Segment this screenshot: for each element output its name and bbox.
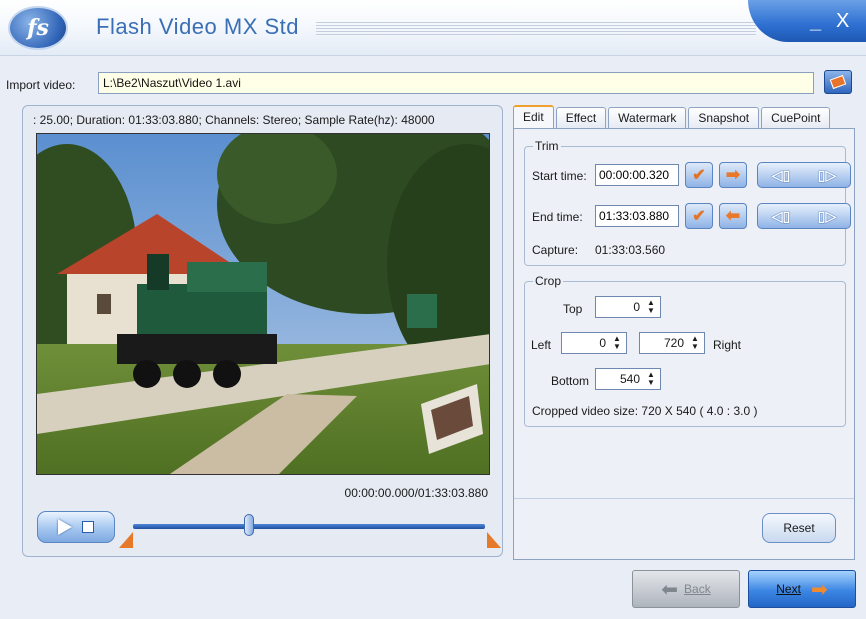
start-time-field[interactable] xyxy=(595,164,679,186)
tab-cuepoint[interactable]: CuePoint xyxy=(761,107,831,129)
trim-group-title: Trim xyxy=(533,139,561,153)
next-label: Next xyxy=(776,582,801,596)
timeline-thumb[interactable] xyxy=(244,514,255,536)
crop-right-value: 720 xyxy=(663,336,684,350)
step-forward-icon: ▯▷ xyxy=(817,166,837,183)
tab-edit[interactable]: Edit xyxy=(513,105,554,129)
title-bar: fs Flash Video MX Std _ X xyxy=(0,0,866,56)
crop-top-spinner[interactable]: 0 ▲ ▼ xyxy=(595,296,661,318)
import-video-label: Import video: xyxy=(6,78,76,92)
tab-snapshot[interactable]: Snapshot xyxy=(688,107,760,129)
end-time-label: End time: xyxy=(532,210,583,224)
crop-group-title: Crop xyxy=(533,274,564,288)
trim-end-marker[interactable] xyxy=(487,532,501,548)
trim-group: Trim Start time: ✔ ➡ ◁▯ ▯▷ End time: ✔ ⬅… xyxy=(524,139,851,266)
edit-panel: Trim Start time: ✔ ➡ ◁▯ ▯▷ End time: ✔ ⬅… xyxy=(513,128,855,560)
step-back-icon: ◁▯ xyxy=(771,166,791,183)
crop-top-value: 0 xyxy=(633,300,640,314)
end-frame-step-buttons[interactable]: ◁▯ ▯▷ xyxy=(757,203,851,229)
panel-divider xyxy=(514,498,854,499)
video-preview-frame xyxy=(36,133,490,475)
spin-arrows-icon[interactable]: ▲ ▼ xyxy=(645,371,657,387)
video-info-text: : 25.00; Duration: 01:33:03.880; Channel… xyxy=(33,113,435,127)
playback-time-readout: 00:00:00.000/01:33:03.880 xyxy=(344,486,488,500)
checkmark-icon: ✔ xyxy=(692,208,706,225)
arrow-right-icon: ➡ xyxy=(725,165,741,184)
capture-label: Capture: xyxy=(532,243,579,257)
trim-start-marker[interactable] xyxy=(119,532,133,548)
set-end-button[interactable]: ✔ xyxy=(685,203,713,229)
step-forward-icon: ▯▷ xyxy=(817,207,837,224)
video-preview-panel: : 25.00; Duration: 01:33:03.880; Channel… xyxy=(22,105,503,557)
stop-icon xyxy=(82,521,94,533)
timeline-track[interactable] xyxy=(133,524,485,529)
next-button[interactable]: Next ➡ xyxy=(748,570,856,608)
arrow-left-icon: ⬅ xyxy=(661,578,679,601)
minimize-button[interactable]: _ xyxy=(810,11,821,34)
close-button[interactable]: X xyxy=(836,10,849,33)
folder-icon xyxy=(829,74,847,90)
crop-left-label: Left xyxy=(531,338,552,352)
checkmark-icon: ✔ xyxy=(692,167,706,184)
spin-arrows-icon[interactable]: ▲ ▼ xyxy=(645,299,657,315)
title-decoration xyxy=(316,22,756,36)
arrow-left-icon: ⬅ xyxy=(725,206,741,225)
start-frame-step-buttons[interactable]: ◁▯ ▯▷ xyxy=(757,162,851,188)
reset-button[interactable]: Reset xyxy=(762,513,836,543)
crop-right-spinner[interactable]: 720 ▲ ▼ xyxy=(639,332,705,354)
play-icon xyxy=(58,519,72,535)
end-time-field[interactable] xyxy=(595,205,679,227)
app-title: Flash Video MX Std xyxy=(96,14,300,39)
crop-group: Crop Top 0 ▲ ▼ Left 0 ▲ ▼ 720 ▲ ▼ Right Bot… xyxy=(524,274,846,427)
back-label: Back xyxy=(684,582,711,596)
editor-tabs: Edit Effect Watermark Snapshot CuePoint xyxy=(513,105,832,129)
tab-watermark[interactable]: Watermark xyxy=(608,107,687,129)
go-to-start-button[interactable]: ➡ xyxy=(719,162,747,188)
crop-bottom-value: 540 xyxy=(619,372,640,386)
crop-left-spinner[interactable]: 0 ▲ ▼ xyxy=(561,332,627,354)
crop-bottom-label: Bottom xyxy=(551,374,590,388)
tab-effect[interactable]: Effect xyxy=(555,107,607,129)
crop-bottom-spinner[interactable]: 540 ▲ ▼ xyxy=(595,368,661,390)
capture-value: 01:33:03.560 xyxy=(595,243,666,257)
crop-right-label: Right xyxy=(713,338,742,352)
app-logo: fs xyxy=(8,6,68,50)
back-button[interactable]: ⬅ Back xyxy=(632,570,740,608)
start-time-label: Start time: xyxy=(532,169,587,183)
set-start-button[interactable]: ✔ xyxy=(685,162,713,188)
spin-arrows-icon[interactable]: ▲ ▼ xyxy=(611,335,623,351)
crop-left-value: 0 xyxy=(599,336,606,350)
import-video-path-field[interactable] xyxy=(98,72,814,94)
spin-arrows-icon[interactable]: ▲ ▼ xyxy=(689,335,701,351)
video-frame-image xyxy=(37,134,489,474)
step-back-icon: ◁▯ xyxy=(771,207,791,224)
cropped-size-text: Cropped video size: 720 X 540 ( 4.0 : 3.… xyxy=(532,404,758,418)
arrow-right-icon: ➡ xyxy=(810,578,828,601)
go-to-end-button[interactable]: ⬅ xyxy=(719,203,747,229)
play-stop-button[interactable] xyxy=(37,511,115,543)
browse-file-button[interactable] xyxy=(824,70,852,94)
crop-top-label: Top xyxy=(563,302,583,316)
